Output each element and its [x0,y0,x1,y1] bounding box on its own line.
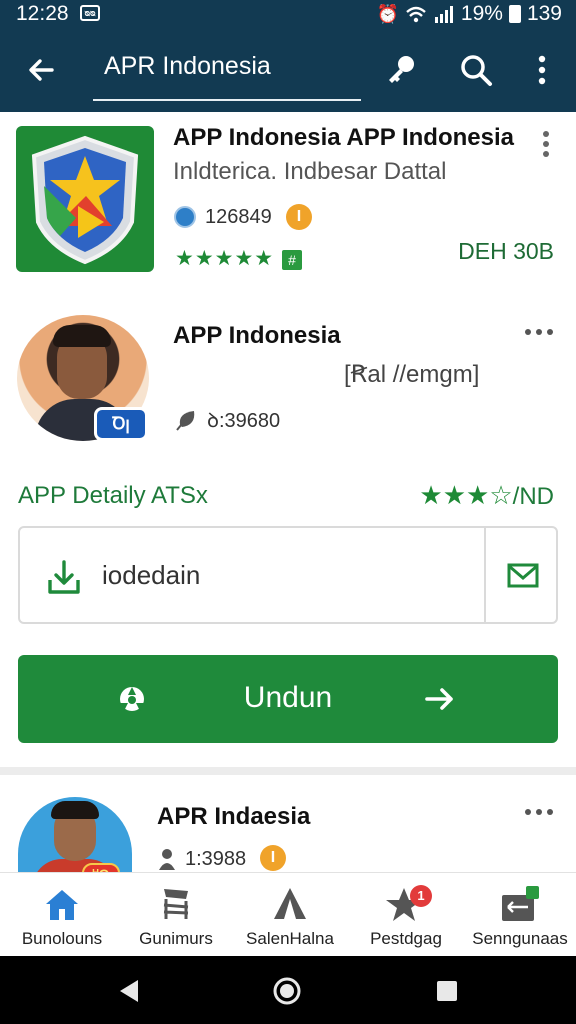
second-card-count: 1:3988 [185,848,247,870]
app-download-count: 126849 [205,206,272,228]
notification-icon: ᴓᴓ [80,5,100,21]
profile-count: ꝺ:39680 [207,410,281,432]
app-icon[interactable] [16,126,154,272]
detail-rating: ★★★☆/ND [419,480,554,511]
rating-filled-stars: ★★★ [419,480,490,510]
nav-label: Gunimurs [139,929,213,948]
app-title[interactable]: APP Indonesia APP Indonesia [173,124,514,152]
bottom-nav: Bunolouns Gunimurs SalenHalna 1 Pestdgag… [0,872,576,956]
coin-icon: I [286,204,312,230]
download-field[interactable]: iodedain [18,526,558,624]
app-developer[interactable]: Inldterica. Indbesar Dattal [173,158,446,186]
battery-icon [508,5,521,23]
download-button-label: Undun [243,681,333,714]
second-overflow-icon[interactable] [524,806,554,818]
second-card-title[interactable]: APR Indaesia [157,803,310,831]
nav-label: Bunolouns [21,929,103,948]
rating-empty-star: ☆ [489,480,513,510]
field-divider [484,528,486,622]
avatar-badge: Ꝺꞁ [94,407,148,441]
alarm-icon: ⏰ [376,3,399,24]
leaf-icon [176,411,195,431]
battery-percent: 19% [460,2,503,25]
back-arrow-icon[interactable] [22,50,62,90]
rating-suffix: /ND [512,483,554,510]
notification-badge: 1 [410,885,432,907]
app-size: DEH 30B [458,238,554,264]
top-bar: 12:28 ᴓᴓ ⏰ 19% 139 APR Indonesia [0,0,576,112]
download-icon [48,560,80,594]
shield-star-icon [31,135,139,265]
coin-icon: I [260,845,286,871]
system-recents-icon[interactable] [432,976,462,1006]
signal-icon [434,6,453,23]
nav-label: SalenHalna [246,929,334,948]
status-extra: 139 [526,2,562,25]
system-home-icon[interactable] [272,976,302,1006]
profile-tag: [Ꞧal //emgm] [344,361,480,388]
person-icon [159,849,175,870]
nav-item-games[interactable]: Gunimurs [126,873,226,957]
mail-icon[interactable] [506,558,540,592]
profile-overflow-icon[interactable] [524,326,554,338]
status-right: ⏰ 19% 139 [377,2,563,26]
download-button[interactable]: Undun [18,655,558,743]
status-time: 12:28 [16,2,69,25]
nav-label: Senngunaas [472,929,568,948]
editor-choice-icon: # [282,250,302,270]
search-icon[interactable] [458,52,494,88]
verified-icon [174,206,196,228]
app-rating-stars: ★★★★★ [175,247,275,270]
section-divider [0,767,576,775]
wifi-icon [406,6,426,23]
nav-item-sales[interactable]: SalenHalna [236,873,344,957]
home-icon [46,890,78,920]
nav-label: Pestdgag [370,929,442,948]
more-vert-icon[interactable] [530,52,554,88]
profile-name[interactable]: APP Indonesia [173,322,341,350]
system-back-icon[interactable] [114,976,144,1006]
nav-item-posts[interactable]: 1 Pestdgag [354,873,458,957]
inbox-icon [502,886,539,921]
download-field-value[interactable]: iodedain [102,560,200,591]
search-query-text[interactable]: APR Indonesia [104,52,271,81]
app-overflow-icon[interactable] [540,130,552,158]
tent-icon [274,888,306,919]
key-icon[interactable] [382,52,418,88]
arrow-right-icon [425,688,453,710]
chair-icon [163,889,189,919]
search-underline [93,99,361,101]
detail-label[interactable]: APP Detaily ATSx [18,482,208,510]
nav-item-settings[interactable]: Senngunaas [464,873,576,957]
system-nav-bar [0,956,576,1024]
nav-item-home[interactable]: Bunolouns [6,873,118,957]
app-card: APP Indonesia APP Indonesia Inldterica. … [0,112,576,767]
status-bar: 12:28 ᴓᴓ ⏰ 19% 139 [0,0,576,30]
